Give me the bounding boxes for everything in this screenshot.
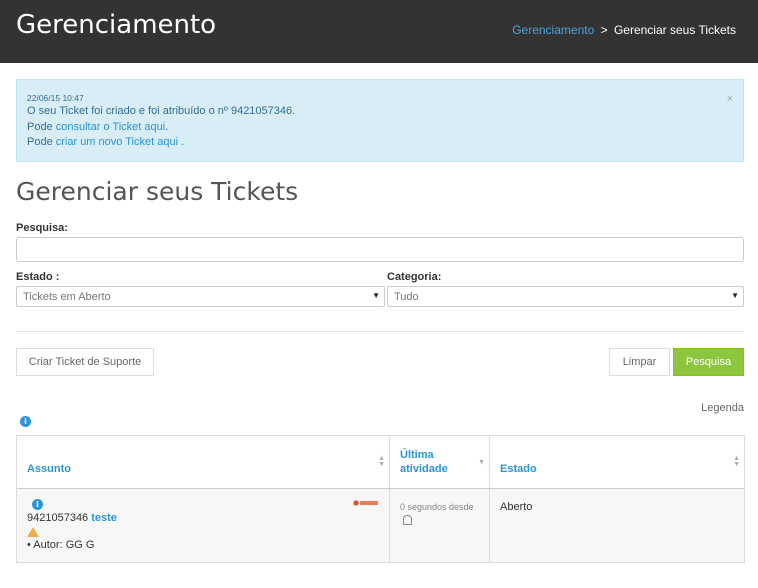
brand-logo-icon [353, 500, 378, 506]
breadcrumb-link-gerenciamento[interactable]: Gerenciamento [512, 23, 594, 37]
categoria-label: Categoria: [387, 271, 442, 283]
info-icon[interactable]: i [20, 416, 31, 427]
categoria-select[interactable]: Tudo ▼ [387, 286, 744, 307]
estado-select[interactable]: Tickets em Aberto ▼ [16, 286, 385, 307]
clear-button[interactable]: Limpar [609, 348, 670, 376]
column-header-assunto[interactable]: Assunto ▲ ▼ [17, 436, 390, 488]
categoria-selected-value: Tudo [394, 291, 419, 303]
breadcrumb: Gerenciamento > Gerenciar seus Tickets [512, 23, 736, 37]
caret-down-icon: ▼ [731, 291, 739, 300]
status-text: Aberto [500, 501, 533, 513]
divider [16, 331, 744, 332]
warning-triangle-icon [27, 527, 39, 537]
column-header-assunto-label: Assunto [27, 463, 71, 475]
sort-icon: ▲ ▼ [733, 455, 740, 468]
create-support-ticket-button[interactable]: Criar Ticket de Suporte [16, 348, 154, 376]
breadcrumb-separator: > [600, 23, 608, 37]
alert-consult-suffix: . [165, 120, 169, 133]
ultima-label-line1: Última [400, 449, 434, 461]
ticket-subject-link[interactable]: teste [91, 512, 117, 524]
ticket-author: • Autor: GG G [27, 539, 95, 551]
legend-link[interactable]: Legenda [701, 402, 744, 414]
sort-desc-icon: ▼ [478, 459, 485, 466]
search-input[interactable] [16, 237, 744, 262]
table-row-cell-activity: 0 segundos desde [390, 489, 490, 562]
alert-consult-prefix: Pode [27, 120, 56, 133]
create-new-ticket-link[interactable]: criar um novo Ticket aqui [56, 136, 178, 148]
tickets-table: Assunto ▲ ▼ Última atividade ▼ Estado ▲ ▼ i… [16, 435, 745, 563]
table-row-cell-estado: Aberto [490, 489, 744, 562]
ticket-number: 9421057346 [27, 512, 89, 524]
app-title: Gerenciamento [16, 10, 217, 40]
column-header-estado-label: Estado [500, 463, 537, 475]
sort-icon: ▲ ▼ [378, 455, 385, 468]
alert-consult-line: Pode consultar o Ticket aqui. [27, 120, 733, 136]
top-bar: Gerenciamento Gerenciamento > Gerenciar … [0, 0, 758, 63]
estado-selected-value: Tickets em Aberto [23, 291, 111, 303]
breadcrumb-current: Gerenciar seus Tickets [613, 23, 736, 37]
activity-text: 0 segundos desde [400, 502, 474, 512]
table-row-cell-assunto: i 9421057346 teste • Autor: GG G [17, 489, 390, 562]
ticket-line: 9421057346 teste [27, 512, 117, 524]
ultima-label-line2: atividade [400, 463, 448, 475]
info-icon[interactable]: i [32, 499, 43, 510]
alert-create-suffix: . [178, 136, 185, 148]
page-title: Gerenciar seus Tickets [16, 177, 299, 206]
consult-ticket-link[interactable]: consultar o Ticket aqui [56, 121, 165, 133]
alert-timestamp: 22/06/15 10:47 [27, 93, 84, 103]
alert-message: O seu Ticket foi criado e foi atribuído … [27, 105, 296, 117]
close-alert-icon[interactable]: × [727, 92, 733, 108]
search-label: Pesquisa: [16, 222, 68, 234]
column-header-ultima-atividade-label: Última atividade [400, 448, 448, 476]
column-header-ultima-atividade[interactable]: Última atividade ▼ [390, 436, 490, 488]
search-button[interactable]: Pesquisa [673, 348, 744, 376]
alert-create-line: Pode criar um novo Ticket aqui . [27, 135, 733, 151]
alert-create-prefix: Pode [27, 136, 56, 148]
estado-label: Estado : [16, 271, 60, 283]
ticket-created-alert: × 22/06/15 10:47 O seu Ticket foi criado… [16, 79, 744, 162]
user-icon [403, 515, 412, 525]
column-header-estado[interactable]: Estado ▲ ▼ [490, 436, 744, 488]
caret-down-icon: ▼ [372, 291, 380, 300]
